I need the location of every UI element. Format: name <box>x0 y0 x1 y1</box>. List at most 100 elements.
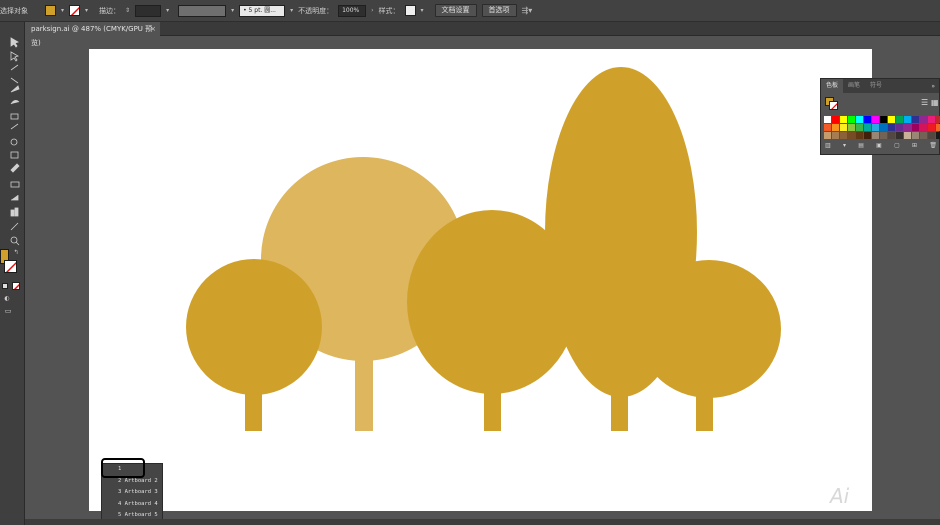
color-swatch[interactable] <box>832 116 839 123</box>
status-bar <box>25 519 940 525</box>
screen-mode-icon[interactable]: ▭ <box>3 307 13 315</box>
color-swatch[interactable] <box>888 132 895 139</box>
brush-field[interactable]: • 5 pt. 圆... <box>239 4 286 17</box>
color-swatch[interactable] <box>920 132 927 139</box>
color-swatch[interactable] <box>928 116 935 123</box>
color-swatch[interactable] <box>928 124 935 131</box>
color-swatch[interactable] <box>856 132 863 139</box>
color-swatch[interactable] <box>912 124 919 131</box>
tree-small-left[interactable] <box>186 259 322 431</box>
color-swatch[interactable] <box>856 116 863 123</box>
color-swatch[interactable] <box>840 124 847 131</box>
color-swatch[interactable] <box>928 132 935 139</box>
artboard-canvas[interactable] <box>89 49 872 511</box>
color-swatch[interactable] <box>832 132 839 139</box>
color-swatch[interactable] <box>848 132 855 139</box>
fill-dropdown-icon[interactable]: ▾ <box>61 7 64 14</box>
stroke-weight-dropdown-icon[interactable]: ▾ <box>166 7 169 14</box>
variable-width-field[interactable] <box>178 4 227 17</box>
swatch-grid <box>824 116 940 139</box>
tab-brushes[interactable]: 画笔 <box>843 79 865 93</box>
new-group-icon[interactable]: ▢ <box>894 142 900 152</box>
color-swatch[interactable] <box>936 124 940 131</box>
color-swatch[interactable] <box>848 116 855 123</box>
preferences-button[interactable]: 首选项 <box>481 4 517 17</box>
document-tab[interactable]: parksign.ai @ 487% (CMYK/GPU 预览) × <box>25 22 160 47</box>
opacity-field[interactable]: 100% <box>338 4 367 17</box>
draw-mode-icon[interactable]: ◐ <box>3 295 11 303</box>
list-view-icon[interactable]: ☰ <box>921 98 928 107</box>
color-swatch[interactable] <box>880 132 887 139</box>
control-bar: 选择对象 ▾ ▾ 描边： ⇕ ▾ ▾ • 5 pt. 圆... ▾ 不透明度： … <box>0 0 940 22</box>
panel-collapse-icon[interactable]: » <box>931 83 939 90</box>
color-swatch[interactable] <box>880 116 887 123</box>
swap-colors-icon[interactable]: ↰ <box>12 249 20 257</box>
grid-view-icon[interactable]: ▦ <box>931 98 939 107</box>
color-swatch[interactable] <box>864 124 871 131</box>
color-swatch[interactable] <box>824 116 831 123</box>
document-tab-title: parksign.ai @ 487% (CMYK/GPU 预览) <box>31 25 153 47</box>
color-swatch[interactable] <box>896 116 903 123</box>
stroke-label: 描边： <box>99 6 121 15</box>
tab-symbols[interactable]: 符号 <box>865 79 887 93</box>
color-swatch[interactable] <box>936 116 940 123</box>
color-swatch[interactable] <box>872 116 879 123</box>
selection-tool-icon <box>10 37 19 48</box>
color-mode-icon[interactable] <box>2 283 8 289</box>
color-swatch[interactable] <box>936 132 940 139</box>
tab-swatches[interactable]: 色板 <box>821 79 844 93</box>
brush-dropdown-icon[interactable]: ▾ <box>290 7 293 14</box>
color-swatch[interactable] <box>824 132 831 139</box>
artboard-menu-item[interactable]: 3 Artboard 3 <box>102 487 162 499</box>
artboard-menu-item[interactable]: 4 Artboard 4 <box>102 499 162 511</box>
color-swatch[interactable] <box>872 132 879 139</box>
color-swatch[interactable] <box>840 116 847 123</box>
color-swatch[interactable] <box>832 124 839 131</box>
color-swatch[interactable] <box>840 132 847 139</box>
library-icon[interactable]: ▥ <box>825 142 831 152</box>
tree-right[interactable] <box>637 260 781 431</box>
color-group-icon[interactable]: ▣ <box>876 142 882 152</box>
color-swatch[interactable] <box>856 124 863 131</box>
color-swatch[interactable] <box>896 132 903 139</box>
color-swatch[interactable] <box>864 116 871 123</box>
opacity-arrow-icon[interactable]: › <box>371 7 373 14</box>
stroke-weight-stepper[interactable]: ⇕ <box>125 7 130 14</box>
swatch-options-icon[interactable]: ▤ <box>858 142 864 152</box>
stroke-swatch[interactable] <box>69 5 81 16</box>
color-swatch[interactable] <box>872 124 879 131</box>
delete-icon[interactable]: 🗑 <box>929 142 937 152</box>
fill-swatch[interactable] <box>45 5 56 16</box>
style-dropdown-icon[interactable]: ▾ <box>421 7 424 14</box>
style-label: 样式： <box>378 6 400 15</box>
show-kind-icon[interactable]: ▾ <box>843 142 846 152</box>
color-swatch[interactable] <box>920 124 927 131</box>
style-swatch[interactable] <box>404 5 416 16</box>
stroke-color-box[interactable] <box>4 260 17 273</box>
none-mode-icon[interactable] <box>12 282 20 290</box>
swatches-panel-tabs: 色板 画笔 符号 » <box>821 79 939 93</box>
color-swatch[interactable] <box>912 132 919 139</box>
color-swatch[interactable] <box>880 124 887 131</box>
direct-selection-tool-icon <box>10 51 19 62</box>
color-swatch[interactable] <box>864 132 871 139</box>
swatches-footer: ▥ ▾ ▤ ▣ ▢ ⊞ 🗑 <box>825 142 937 152</box>
color-swatch[interactable] <box>888 124 895 131</box>
document-setup-button[interactable]: 文档设置 <box>434 4 477 17</box>
color-swatch[interactable] <box>824 124 831 131</box>
color-swatch[interactable] <box>904 116 911 123</box>
color-swatch[interactable] <box>904 132 911 139</box>
color-swatch[interactable] <box>896 124 903 131</box>
current-stroke-swatch[interactable] <box>829 101 838 110</box>
close-tab-icon[interactable]: × <box>150 22 156 36</box>
color-swatch[interactable] <box>888 116 895 123</box>
new-swatch-icon[interactable]: ⊞ <box>912 142 917 152</box>
color-swatch[interactable] <box>920 116 927 123</box>
stroke-dropdown-icon[interactable]: ▾ <box>85 7 88 14</box>
arrange-icon[interactable]: ⇶▾ <box>522 6 533 15</box>
color-swatch[interactable] <box>912 116 919 123</box>
color-swatch[interactable] <box>904 124 911 131</box>
color-swatch[interactable] <box>848 124 855 131</box>
variable-width-dropdown-icon[interactable]: ▾ <box>231 7 234 14</box>
stroke-weight-field[interactable] <box>135 4 162 17</box>
